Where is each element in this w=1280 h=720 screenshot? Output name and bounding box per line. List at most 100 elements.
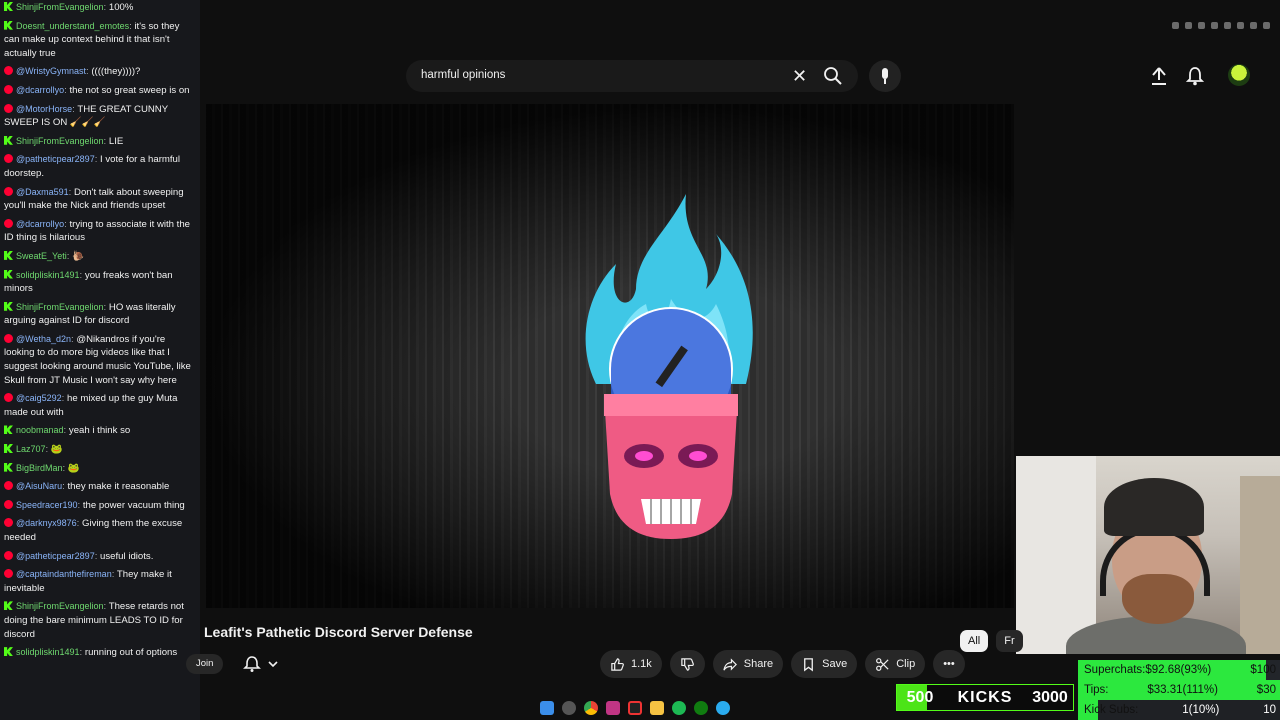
youtube-logo-icon — [4, 550, 13, 560]
clip-label: Clip — [896, 658, 916, 670]
kick-logo-icon — [4, 425, 13, 435]
chat-username[interactable]: @patheticpear2897 — [16, 551, 95, 561]
file-explorer-icon[interactable] — [650, 701, 664, 715]
telegram-icon[interactable] — [716, 701, 730, 715]
chat-message: BigBirdMan: 🐸 — [4, 462, 196, 476]
chat-username[interactable]: @dcarrollyo — [16, 85, 64, 95]
chat-text: ((((they))))? — [91, 66, 141, 78]
chat-username[interactable]: Doesnt_understand_emotes — [16, 21, 129, 31]
spotify-icon[interactable] — [672, 701, 686, 715]
chat-username[interactable]: solidpliskin1491 — [16, 647, 80, 657]
more-actions-button[interactable]: ••• — [933, 650, 965, 678]
chat-username[interactable]: @captaindanthefireman — [16, 569, 112, 579]
account-avatar[interactable] — [1228, 64, 1250, 86]
like-button[interactable]: 1.1k — [600, 650, 662, 678]
clip-button[interactable]: Clip — [865, 650, 926, 678]
youtube-logo-icon — [4, 103, 13, 113]
chat-message: ShinjiFromEvangelion: These retards not … — [4, 601, 184, 640]
search-icon[interactable] — [562, 701, 576, 715]
chat-username[interactable]: @WristyGymnast — [16, 66, 86, 76]
youtube-logo-icon — [4, 218, 13, 228]
chat-panel: ShinjiFromEvangelion: 100% Doesnt_underst… — [0, 0, 200, 720]
kick-logo-icon — [4, 20, 13, 30]
menu-icon[interactable] — [1263, 22, 1270, 29]
notifications-bell-icon[interactable] — [1186, 66, 1204, 86]
tips-value: $33.31(111%) — [1147, 684, 1218, 696]
extension-icon[interactable] — [1211, 22, 1218, 29]
thumbs-up-icon — [611, 657, 624, 671]
join-button[interactable]: Join — [186, 654, 224, 674]
chat-message: @caig5292: he mixed up the guy Muta made… — [4, 393, 178, 418]
dislike-button[interactable] — [669, 650, 705, 678]
kick-logo-icon — [4, 301, 13, 311]
video-player[interactable] — [206, 104, 1014, 608]
chat-message: @MotorHorse: THE GREAT CUNNY SWEEP IS ON… — [4, 103, 168, 129]
extension-icon[interactable] — [1250, 22, 1257, 29]
kick-logo-icon — [4, 250, 13, 260]
donation-goals: Superchats:$92.68(93%) $100 Tips: $33.31… — [1078, 660, 1280, 720]
chat-message: @Daxma591: Don't talk about sweeping you… — [4, 186, 184, 212]
clear-search-icon[interactable]: ✕ — [792, 66, 808, 86]
chat-text: yeah i think so — [68, 425, 131, 437]
kick-logo-icon — [4, 647, 13, 657]
extension-icon[interactable] — [1185, 22, 1192, 29]
chat-username[interactable]: @AisuNaru — [16, 481, 62, 491]
scissors-icon — [876, 657, 889, 671]
chat-message: ShinjiFromEvangelion: LIE — [4, 135, 196, 149]
chat-text: LIE — [108, 135, 124, 147]
bookmark-icon[interactable] — [1237, 22, 1244, 29]
chat-username[interactable]: ShinjiFromEvangelion — [16, 601, 104, 611]
browser-toolbar-icons — [1172, 22, 1270, 34]
subscription-bell-icon[interactable] — [240, 654, 286, 674]
chip-all[interactable]: All — [960, 630, 989, 652]
browser-icon[interactable] — [606, 701, 620, 715]
chat-username[interactable]: @darknyx9876 — [16, 518, 77, 528]
chat-username[interactable]: Speedracer190 — [16, 500, 78, 510]
chat-text: useful idiots. — [100, 550, 154, 562]
youtube-logo-icon — [4, 186, 13, 196]
filter-chips: All Fr — [960, 630, 1023, 652]
create-upload-icon[interactable] — [1150, 66, 1168, 86]
chat-username[interactable]: noobmanad — [16, 425, 64, 435]
chat-username[interactable]: SweatE_Yeti — [16, 251, 67, 261]
search-icon[interactable] — [823, 66, 843, 86]
windows-start-icon[interactable] — [540, 701, 554, 715]
search-input[interactable]: harmful opinions — [421, 69, 505, 81]
chat-username[interactable]: solidpliskin1491 — [16, 270, 80, 280]
chip-from[interactable]: Fr — [996, 630, 1023, 652]
extension-icon[interactable] — [1224, 22, 1231, 29]
chat-username[interactable]: @Wetha_d2n — [16, 334, 71, 344]
chat-message: @captaindanthefireman: They make it inev… — [4, 569, 172, 594]
streamer-webcam — [1016, 456, 1280, 654]
kick-subs-goal-value: 10 — [1263, 704, 1276, 716]
chat-username[interactable]: ShinjiFromEvangelion — [16, 2, 104, 12]
xbox-icon[interactable] — [694, 701, 708, 715]
chat-username[interactable]: ShinjiFromEvangelion — [16, 302, 104, 312]
youtube-logo-icon — [4, 333, 13, 343]
chat-username[interactable]: ShinjiFromEvangelion — [16, 136, 104, 146]
chat-text: 🐸 — [50, 444, 63, 456]
recording-icon[interactable] — [628, 701, 642, 715]
save-button[interactable]: Save — [791, 650, 858, 678]
zoom-icon[interactable] — [1172, 22, 1179, 29]
chat-text: 🐌 — [72, 250, 85, 262]
chat-message: solidpliskin1491: running out of options — [4, 646, 196, 660]
bookmark-icon — [804, 657, 814, 671]
chrome-icon[interactable] — [584, 701, 598, 715]
chat-username[interactable]: @MotorHorse — [16, 104, 72, 114]
share-button[interactable]: Share — [712, 650, 784, 678]
chat-message: @darknyx9876: Giving them the excuse nee… — [4, 518, 183, 543]
kick-logo-icon — [4, 462, 13, 472]
superchats-goal: Superchats:$92.68(93%) $100 — [1078, 660, 1280, 680]
chat-username[interactable]: BigBirdMan — [16, 463, 63, 473]
extension-icon[interactable] — [1198, 22, 1205, 29]
chat-username[interactable]: @patheticpear2897 — [16, 154, 95, 164]
search-box[interactable]: harmful opinions ✕ — [406, 60, 858, 92]
chat-username[interactable]: Laz707 — [16, 444, 46, 454]
chat-message: SweatE_Yeti: 🐌 — [4, 250, 196, 264]
chat-username[interactable]: @dcarrollyo — [16, 219, 64, 229]
chat-username[interactable]: @caig5292 — [16, 393, 62, 403]
youtube-logo-icon — [4, 499, 13, 509]
chat-username[interactable]: @Daxma591 — [16, 187, 69, 197]
voice-search-icon[interactable] — [869, 60, 901, 92]
